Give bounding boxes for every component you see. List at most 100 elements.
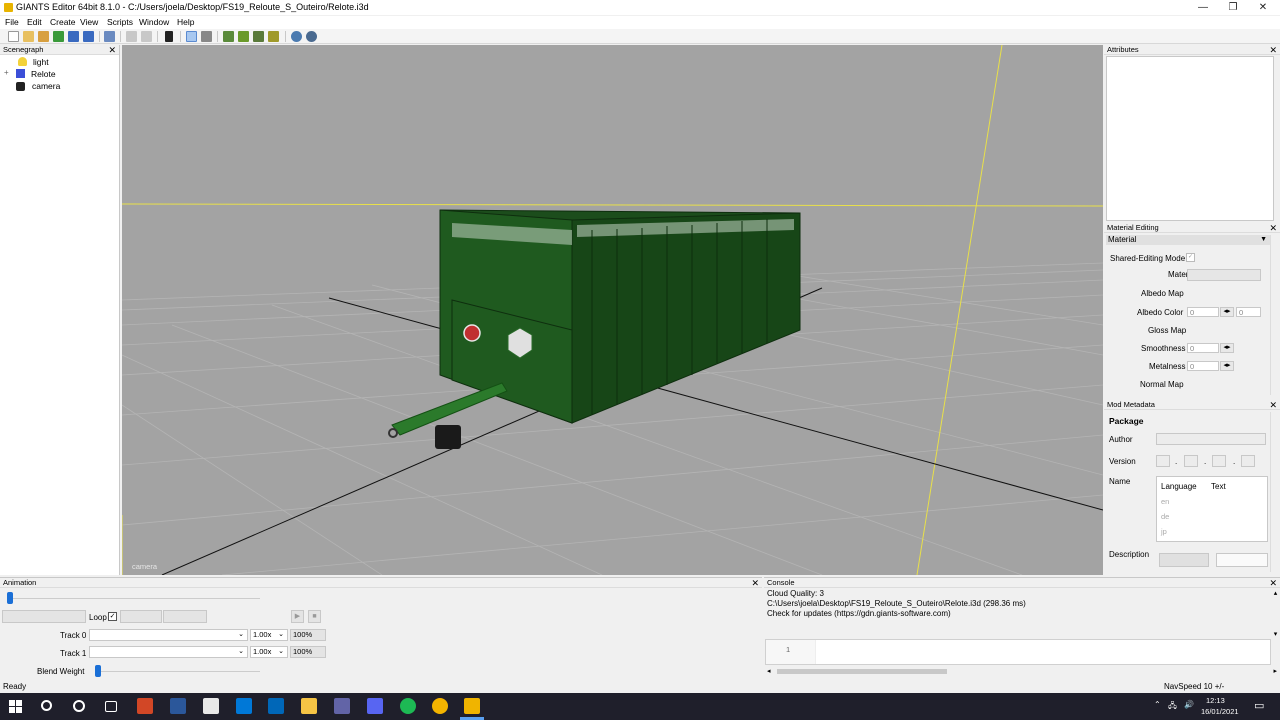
blend-weight-track[interactable]	[96, 671, 260, 672]
menu-help[interactable]: Help	[177, 17, 194, 27]
open-recent-icon[interactable]	[38, 31, 49, 42]
name-table[interactable]: Language Text en de jp	[1156, 476, 1268, 542]
track-0-clip-select[interactable]: ⌄	[89, 629, 248, 641]
material-scrollbar[interactable]	[1270, 235, 1279, 395]
metalness-spinner[interactable]: ◂▸	[1220, 361, 1234, 371]
restore-button[interactable]: ❐	[1218, 0, 1248, 15]
mail-icon[interactable]	[236, 698, 252, 714]
save-icon[interactable]	[68, 31, 79, 42]
language-row[interactable]: de	[1161, 512, 1169, 521]
loop-checkbox[interactable]: ✓	[108, 612, 117, 621]
magnet-icon[interactable]	[201, 31, 212, 42]
clock-date[interactable]: 16/01/2021	[1201, 707, 1239, 716]
menu-scripts[interactable]: Scripts	[107, 17, 133, 27]
shared-editing-checkbox[interactable]: ✓	[1186, 253, 1195, 262]
giants-editor-icon[interactable]	[464, 698, 480, 714]
mod-metadata-scrollbar[interactable]	[1270, 412, 1279, 572]
spotify-icon[interactable]	[400, 698, 416, 714]
powerpoint-icon[interactable]	[137, 698, 153, 714]
clip-end-field[interactable]	[163, 610, 207, 623]
reload-icon[interactable]	[53, 31, 64, 42]
volume-icon[interactable]: 🔊	[1184, 700, 1194, 709]
menu-file[interactable]: File	[5, 17, 19, 27]
scrollbar-thumb[interactable]	[777, 669, 947, 674]
albedo-r-spinner[interactable]: ◂▸	[1220, 307, 1234, 317]
search-icon[interactable]	[41, 700, 52, 711]
teams-icon[interactable]	[334, 698, 350, 714]
close-icon[interactable]: ✕	[1269, 578, 1277, 588]
new-file-icon[interactable]	[8, 31, 19, 42]
menu-view[interactable]: View	[80, 17, 98, 27]
track-0-weight-field[interactable]: 100%	[290, 629, 326, 641]
close-icon[interactable]: ✕	[108, 45, 116, 55]
track-1-speed-select[interactable]: 1.00x ⌄	[250, 646, 288, 658]
scroll-down-icon[interactable]: ▾	[1271, 630, 1280, 638]
language-row[interactable]: en	[1161, 497, 1169, 506]
material-field[interactable]	[1187, 269, 1261, 281]
3d-viewport[interactable]: camera	[122, 45, 1103, 575]
cortana-icon[interactable]	[73, 700, 85, 712]
scroll-up-icon[interactable]: ▴	[1271, 589, 1280, 597]
console-log-scrollbar[interactable]: ▴ ▾	[1271, 589, 1280, 638]
notification-icon[interactable]: ▭	[1254, 699, 1264, 712]
save-as-icon[interactable]	[83, 31, 94, 42]
track-1-weight-field[interactable]: 100%	[290, 646, 326, 658]
settings-gear-icon[interactable]	[291, 31, 302, 42]
albedo-g-field[interactable]: 0	[1236, 307, 1261, 317]
version-build-field[interactable]	[1241, 455, 1255, 467]
terrain-paint-icon[interactable]	[223, 31, 234, 42]
description-field[interactable]	[1216, 553, 1268, 567]
clip-select[interactable]	[2, 610, 86, 623]
close-icon[interactable]: ✕	[1269, 223, 1277, 233]
play-button[interactable]: ▶	[291, 610, 304, 623]
file-explorer-icon[interactable]	[301, 698, 317, 714]
timeline-track[interactable]	[8, 598, 260, 599]
tree-item-relote[interactable]: Relote	[31, 69, 56, 79]
plugin-gear-icon[interactable]	[306, 31, 317, 42]
chrome-icon[interactable]	[432, 698, 448, 714]
play-icon[interactable]	[165, 31, 173, 42]
track-0-speed-select[interactable]: 1.00x ⌄	[250, 629, 288, 641]
terrain-sculpt-icon[interactable]	[238, 31, 249, 42]
network-icon[interactable]: 🖧	[1168, 700, 1177, 714]
open-file-icon[interactable]	[23, 31, 34, 42]
select-tool-icon[interactable]	[186, 31, 197, 42]
foliage-paint-icon[interactable]	[253, 31, 264, 42]
tray-chevron-icon[interactable]: ⌃	[1154, 700, 1161, 709]
refresh-icon[interactable]	[104, 31, 115, 42]
version-major-field[interactable]	[1156, 455, 1170, 467]
collapse-icon[interactable]: ▼	[1260, 235, 1267, 245]
description-language-select[interactable]	[1159, 553, 1209, 567]
close-icon[interactable]: ✕	[751, 578, 759, 588]
stop-button[interactable]: ■	[308, 610, 321, 623]
albedo-r-field[interactable]: 0	[1187, 307, 1219, 317]
menu-edit[interactable]: Edit	[27, 17, 42, 27]
close-icon[interactable]: ✕	[1269, 400, 1277, 410]
blend-weight-slider-handle[interactable]	[95, 665, 101, 677]
clock-time[interactable]: 12:13	[1206, 696, 1225, 705]
scroll-right-icon[interactable]: ▸	[1273, 667, 1277, 675]
texture-paint-icon[interactable]	[268, 31, 279, 42]
timeline-slider-handle[interactable]	[7, 592, 13, 604]
ms-store-icon[interactable]	[268, 698, 284, 714]
tree-item-light[interactable]: light	[33, 57, 49, 67]
material-section-header[interactable]: Material ▼	[1106, 235, 1270, 245]
language-row[interactable]: jp	[1161, 527, 1167, 536]
metalness-field[interactable]: 0	[1187, 361, 1219, 371]
menu-create[interactable]: Create	[50, 17, 76, 27]
minimize-button[interactable]: —	[1188, 0, 1218, 15]
track-1-clip-select[interactable]: ⌄	[89, 646, 248, 658]
menu-window[interactable]: Window	[139, 17, 169, 27]
store-icon[interactable]	[203, 698, 219, 714]
undo-icon[interactable]	[126, 31, 137, 42]
close-icon[interactable]: ✕	[1269, 45, 1277, 55]
discord-icon[interactable]	[367, 698, 383, 714]
word-icon[interactable]	[170, 698, 186, 714]
redo-icon[interactable]	[141, 31, 152, 42]
version-patch-field[interactable]	[1212, 455, 1226, 467]
tree-item-camera[interactable]: camera	[32, 81, 60, 91]
expand-icon[interactable]: +	[4, 68, 9, 77]
close-button[interactable]: ✕	[1248, 0, 1278, 15]
version-minor-field[interactable]	[1184, 455, 1198, 467]
task-view-icon[interactable]	[105, 701, 117, 712]
